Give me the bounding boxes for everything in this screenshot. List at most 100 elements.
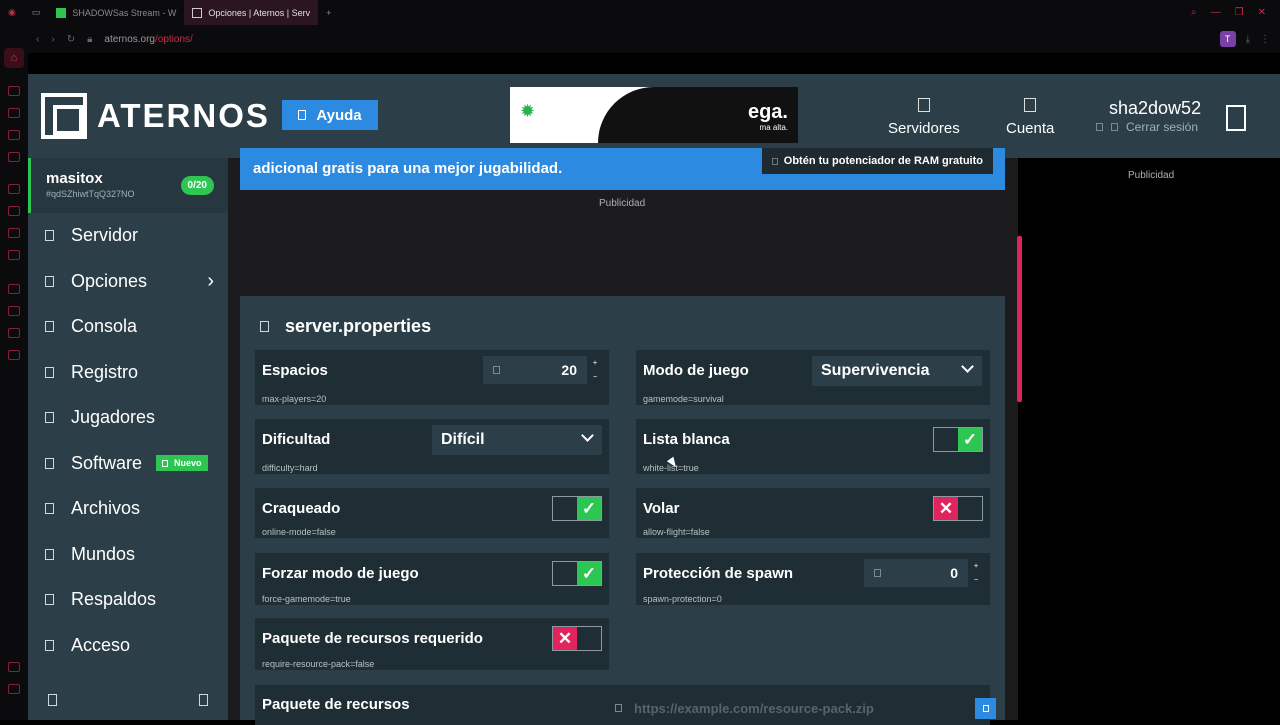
option-key: gamemode=survival bbox=[643, 394, 724, 404]
rail-icon[interactable] bbox=[8, 152, 20, 162]
sidebar-item-consola[interactable]: Consola bbox=[28, 304, 228, 350]
option-label: Paquete de recursos bbox=[262, 696, 410, 713]
sidebar-item-opciones[interactable]: Opciones › bbox=[28, 259, 228, 305]
sidebar-item-servidor[interactable]: Servidor bbox=[28, 213, 228, 259]
require-resource-pack-toggle[interactable]: ✕ bbox=[552, 626, 602, 651]
chevron-down-icon bbox=[961, 360, 974, 373]
logout-link[interactable]: Cerrar sesión bbox=[1096, 120, 1198, 134]
force-gamemode-toggle[interactable]: ✓ bbox=[552, 561, 602, 586]
tab-inactive-first[interactable]: ▭ bbox=[24, 0, 49, 25]
rail-icon[interactable] bbox=[8, 250, 20, 260]
collapse-icon[interactable] bbox=[48, 694, 57, 706]
account-icon bbox=[1024, 98, 1037, 112]
home-icon[interactable]: ⌂ bbox=[4, 48, 24, 68]
download-icon[interactable]: ⤓ bbox=[1246, 34, 1250, 45]
tab-aternos-options[interactable]: Opciones | Aternos | Serv bbox=[184, 0, 319, 25]
resource-pack-url-input[interactable]: https://example.com/resource-pack.zip bbox=[605, 695, 965, 721]
sidebar-item-jugadores[interactable]: Jugadores bbox=[28, 395, 228, 441]
help-label: Ayuda bbox=[316, 106, 362, 124]
spawn-protection-input[interactable]: 0 + − bbox=[864, 559, 984, 587]
max-players-input[interactable]: 20 + − bbox=[483, 356, 603, 384]
rail-icon[interactable] bbox=[8, 86, 20, 96]
option-key: max-players=20 bbox=[262, 394, 327, 404]
rail-icon[interactable] bbox=[8, 184, 20, 194]
number-stepper[interactable]: + − bbox=[587, 356, 603, 384]
server-properties-panel: server.properties Espacios 20 + − max-pla… bbox=[240, 296, 1005, 725]
sidebar-item-respaldos[interactable]: Respaldos bbox=[28, 577, 228, 623]
nav-servers[interactable]: Servidores bbox=[888, 98, 960, 137]
browser-menu-icon[interactable]: ◉ bbox=[0, 0, 24, 25]
sidebar-item-mundos[interactable]: Mundos bbox=[28, 532, 228, 578]
nav-account[interactable]: Cuenta bbox=[1006, 98, 1054, 137]
increment-icon[interactable]: + bbox=[593, 360, 597, 367]
log-icon bbox=[45, 366, 54, 378]
cracked-toggle[interactable]: ✓ bbox=[552, 496, 602, 521]
rail-icon[interactable] bbox=[8, 350, 20, 360]
option-key: force-gamemode=true bbox=[262, 594, 351, 604]
url-field[interactable]: aternos.org/options/ bbox=[104, 34, 192, 45]
logo-text: ATERNOS bbox=[97, 97, 270, 134]
minimize-icon[interactable]: — bbox=[1211, 7, 1221, 18]
rail-icon[interactable] bbox=[8, 228, 20, 238]
option-label: Modo de juego bbox=[643, 362, 749, 379]
rail-icon[interactable] bbox=[8, 684, 20, 694]
tab-label: SHADOWSas Stream - W bbox=[72, 7, 177, 18]
option-label: Dificultad bbox=[262, 431, 331, 448]
option-label: Craqueado bbox=[262, 500, 341, 517]
sidebar-item-acceso[interactable]: Acceso bbox=[28, 623, 228, 669]
aternos-logo[interactable]: ATERNOS bbox=[41, 93, 270, 139]
rail-icon[interactable] bbox=[8, 130, 20, 140]
option-allow-flight: Volar ✕ allow-flight=false bbox=[636, 488, 990, 538]
logout-label: Cerrar sesión bbox=[1126, 120, 1199, 134]
rail-icon[interactable] bbox=[8, 108, 20, 118]
decrement-icon[interactable]: − bbox=[974, 577, 978, 584]
increment-icon[interactable]: + bbox=[974, 563, 978, 570]
notifications-icon[interactable] bbox=[1226, 105, 1246, 131]
nav-account-label: Cuenta bbox=[1006, 120, 1055, 137]
difficulty-select[interactable]: Difícil bbox=[432, 425, 602, 455]
check-icon: ✓ bbox=[577, 562, 601, 585]
scroll-indicator[interactable] bbox=[1017, 236, 1022, 402]
theme-icon[interactable] bbox=[199, 694, 208, 706]
decrement-icon[interactable]: − bbox=[593, 374, 597, 381]
rail-icon[interactable] bbox=[8, 206, 20, 216]
back-icon[interactable]: ‹ bbox=[36, 34, 39, 45]
sidebar-item-registro[interactable]: Registro bbox=[28, 350, 228, 396]
reload-icon[interactable]: ↻ bbox=[67, 34, 75, 45]
check-icon: ✓ bbox=[958, 428, 982, 451]
profile-avatar[interactable]: T bbox=[1219, 31, 1236, 47]
sidebar-item-label: Opciones bbox=[71, 270, 148, 291]
backups-icon bbox=[45, 594, 54, 606]
restore-icon[interactable]: ❐ bbox=[1235, 7, 1244, 18]
extensions-icon[interactable]: ⋮ bbox=[1260, 34, 1270, 45]
rail-icon[interactable] bbox=[8, 284, 20, 294]
sidebar-item-software[interactable]: Software Nuevo bbox=[28, 441, 228, 487]
banner-text: adicional gratis para una mejor jugabili… bbox=[253, 160, 563, 177]
gamemode-select[interactable]: Supervivencia bbox=[812, 356, 982, 386]
rail-icon[interactable] bbox=[8, 662, 20, 672]
server-header[interactable]: masitox #qdSZhiwtTqQ327NO 0/20 bbox=[28, 158, 228, 213]
search-icon[interactable]: ⌕ bbox=[1191, 7, 1197, 18]
chevron-down-icon bbox=[581, 429, 594, 442]
new-tab-button[interactable]: + bbox=[318, 0, 339, 25]
console-icon bbox=[45, 321, 54, 333]
forward-icon[interactable]: › bbox=[51, 34, 54, 45]
header-advertisement[interactable]: ✹ ega. ma alta. bbox=[510, 87, 798, 143]
rail-icon[interactable] bbox=[8, 306, 20, 316]
resource-pack-save-button[interactable] bbox=[975, 698, 996, 719]
sidebar-item-archivos[interactable]: Archivos bbox=[28, 486, 228, 532]
number-stepper[interactable]: + − bbox=[968, 559, 984, 587]
link-icon bbox=[615, 704, 622, 712]
help-button[interactable]: Ayuda bbox=[282, 100, 378, 130]
close-icon[interactable]: ✕ bbox=[1258, 7, 1266, 18]
address-bar: ‹ › ↻ 🔒︎ aternos.org/options/ T ⤓ ⋮ bbox=[0, 25, 1280, 53]
whitelist-toggle[interactable]: ✓ bbox=[933, 427, 983, 452]
flight-toggle[interactable]: ✕ bbox=[933, 496, 983, 521]
ram-booster-button[interactable]: Obtén tu potenciador de RAM gratuito bbox=[761, 148, 993, 174]
option-label: Volar bbox=[643, 500, 680, 517]
rail-icon[interactable] bbox=[8, 328, 20, 338]
panel-title-text: server.properties bbox=[285, 316, 432, 336]
logout-icon bbox=[1111, 123, 1118, 131]
tab-shadowsas-stream[interactable]: SHADOWSas Stream - W bbox=[48, 0, 184, 25]
ad-text: ega. bbox=[747, 101, 788, 123]
